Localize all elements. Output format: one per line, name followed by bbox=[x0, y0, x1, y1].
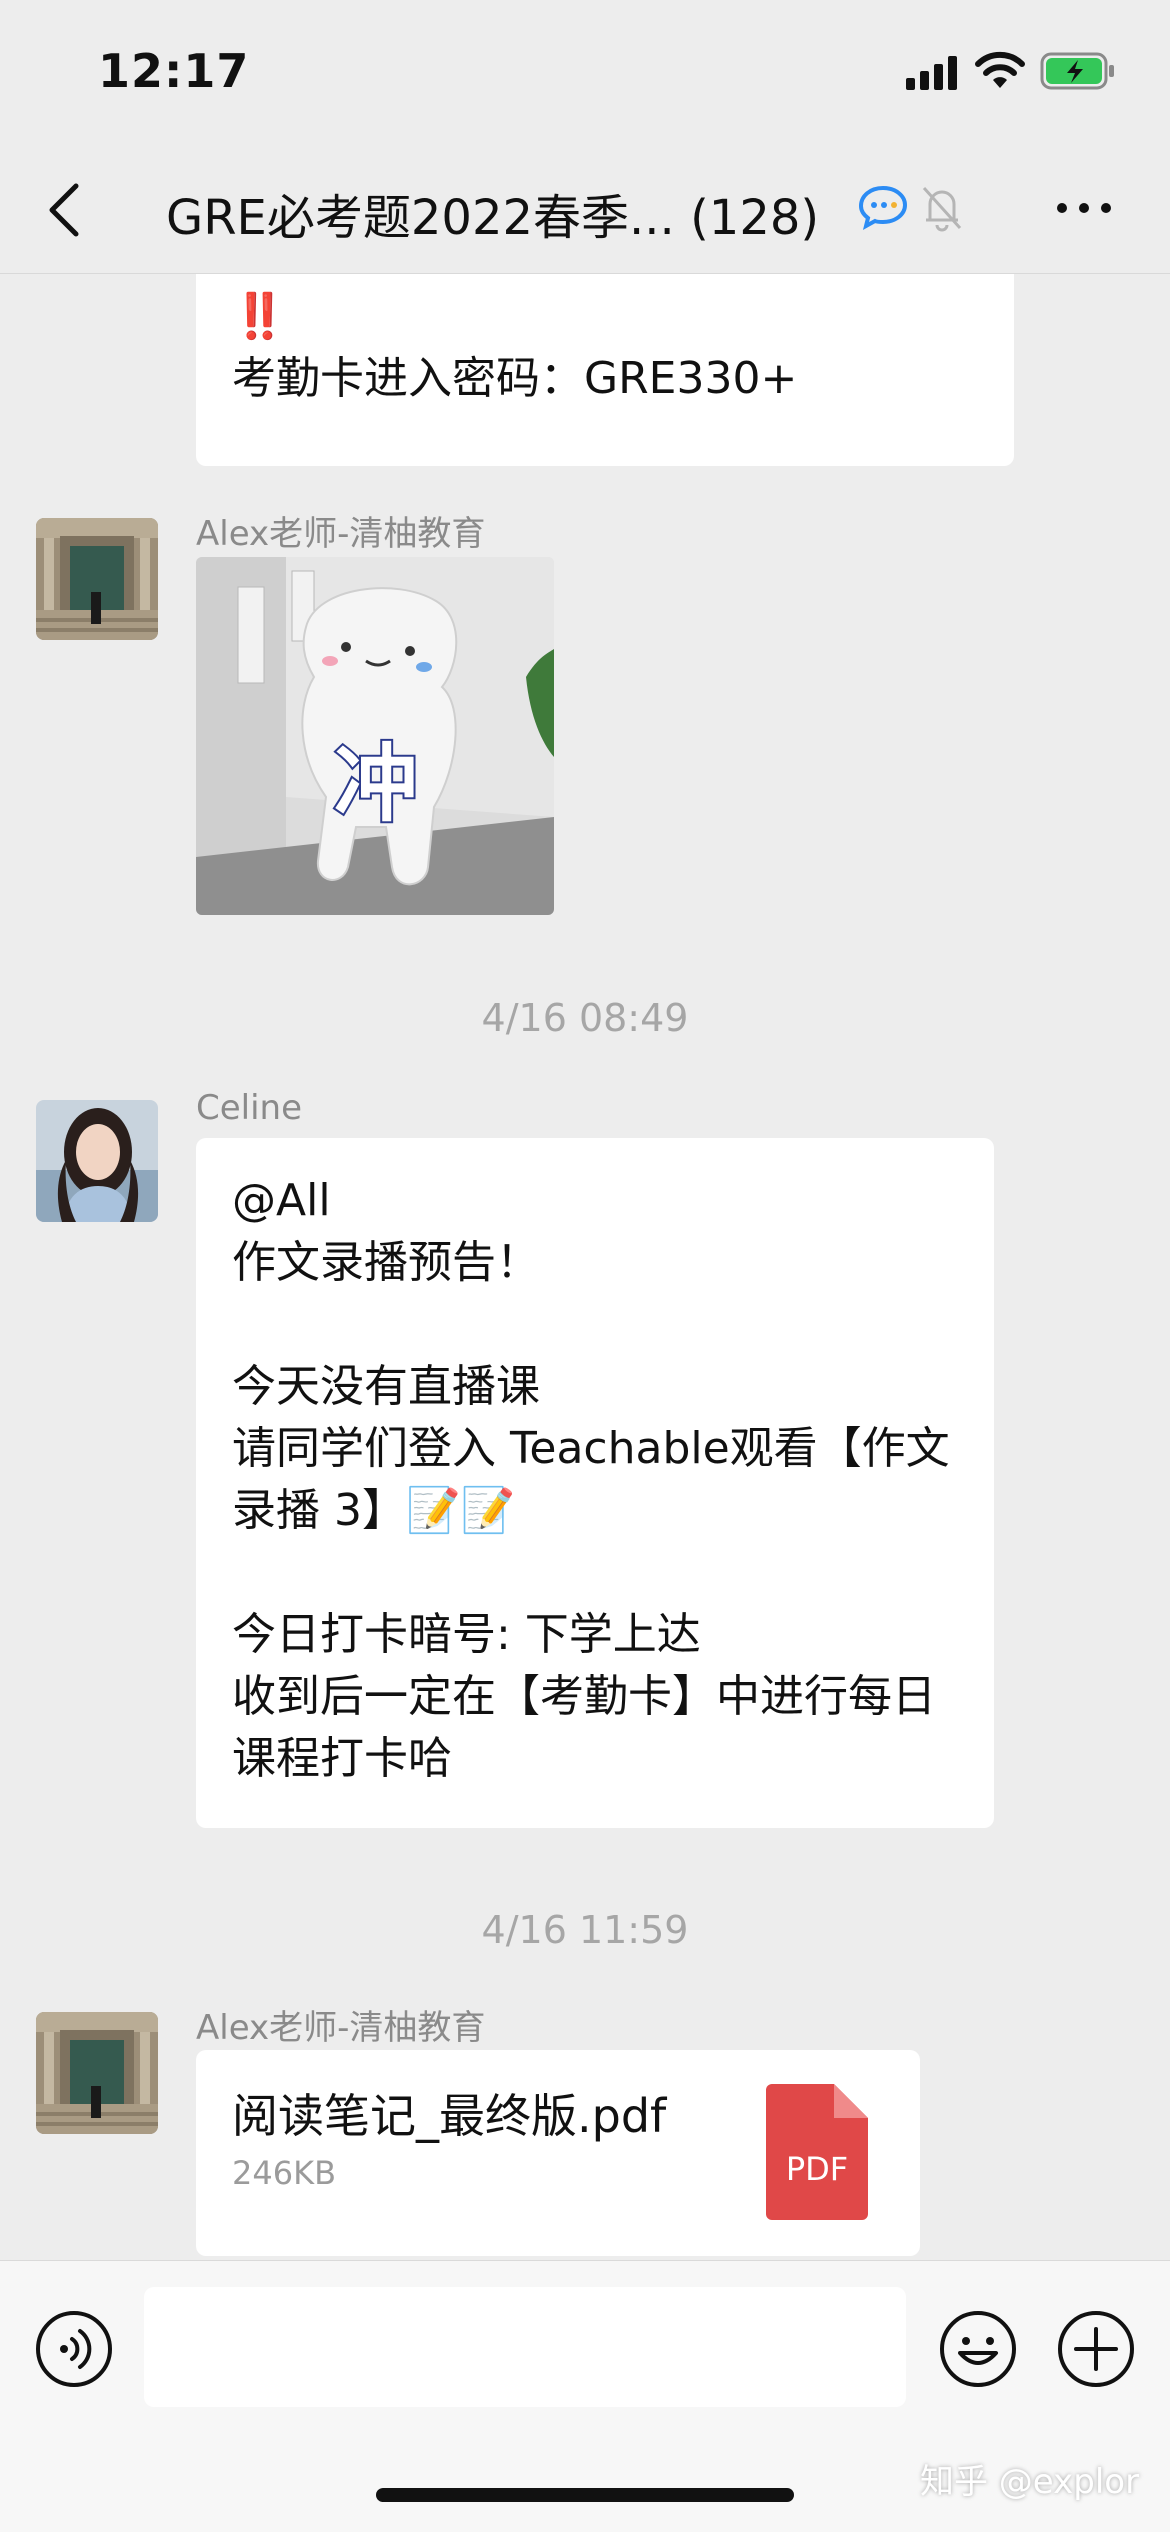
sender-name: Celine bbox=[196, 1088, 303, 1128]
chat-title[interactable]: GRE必考题2022春季... (128) bbox=[166, 178, 856, 248]
file-name: 阅读笔记_最终版.pdf bbox=[232, 2089, 667, 2143]
chat-header: GRE必考题2022春季... (128) bbox=[0, 150, 1170, 274]
file-size: 246KB bbox=[232, 2154, 337, 2192]
cellular-signal-icon bbox=[906, 56, 957, 90]
chat-screen: 12:17 GRE必考题2022春季... (128) ‼️ 考勤卡进入密码：G… bbox=[0, 0, 1170, 2532]
home-indicator[interactable] bbox=[376, 2488, 794, 2502]
back-arrow-icon[interactable] bbox=[44, 180, 84, 240]
avatar-alex[interactable] bbox=[36, 518, 158, 640]
file-message-bubble[interactable]: 阅读笔记_最终版.pdf 246KB PDF bbox=[196, 2050, 920, 2256]
status-bar: 12:17 bbox=[0, 0, 1170, 150]
message-list[interactable]: 是小程序再进行每日课程打卡 ‼️ 考勤卡进入密码：GRE330+ Alex老师-… bbox=[0, 274, 1170, 2260]
group-chat-icon bbox=[858, 185, 908, 230]
message-bubble-top[interactable]: 是小程序再进行每日课程打卡 ‼️ 考勤卡进入密码：GRE330+ bbox=[196, 274, 1014, 466]
timestamp: 4/16 08:49 bbox=[481, 996, 689, 1040]
battery-charging-icon bbox=[1040, 52, 1114, 90]
mute-bell-icon bbox=[922, 186, 962, 232]
pdf-badge-text: PDF bbox=[786, 2150, 848, 2188]
voice-input-icon[interactable] bbox=[34, 2309, 114, 2389]
watermark: 知乎 @explor bbox=[920, 2462, 1140, 2502]
status-time: 12:17 bbox=[98, 44, 250, 98]
sender-name: Alex老师-清柚教育 bbox=[196, 514, 486, 554]
message-text: @All 作文录播预告！ 今天没有直播课 请同学们登入 Teachable观看【… bbox=[232, 1175, 950, 1784]
pdf-file-icon: PDF bbox=[766, 2084, 868, 2220]
avatar-celine[interactable] bbox=[36, 1100, 158, 1222]
message-text: 是小程序再进行每日课程打卡 ‼️ 考勤卡进入密码：GRE330+ bbox=[232, 274, 804, 404]
message-input[interactable] bbox=[144, 2287, 906, 2407]
sticker-caption: 冲 bbox=[334, 735, 418, 833]
timestamp: 4/16 11:59 bbox=[481, 1908, 689, 1952]
wifi-icon bbox=[975, 51, 1025, 88]
more-options-icon[interactable] bbox=[1054, 188, 1114, 228]
message-bubble-celine[interactable]: @All 作文录播预告！ 今天没有直播课 请同学们登入 Teachable观看【… bbox=[196, 1138, 994, 1828]
add-attachment-icon[interactable] bbox=[1056, 2309, 1136, 2389]
emoji-icon[interactable] bbox=[938, 2309, 1018, 2389]
sticker-image[interactable]: 冲 bbox=[196, 557, 554, 915]
avatar-alex[interactable] bbox=[36, 2012, 158, 2134]
sender-name: Alex老师-清柚教育 bbox=[196, 2008, 486, 2048]
